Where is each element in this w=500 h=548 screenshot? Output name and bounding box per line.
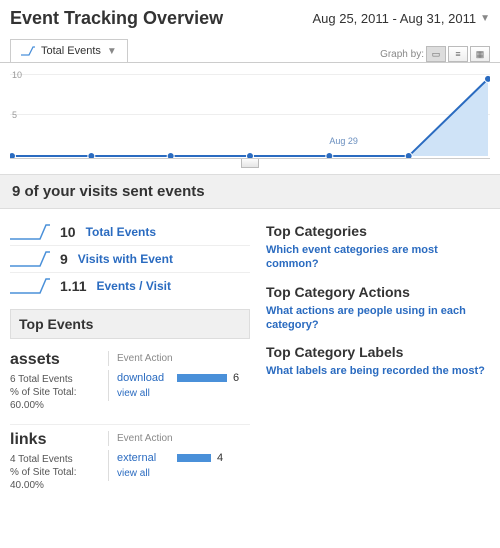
graph-by-month-button[interactable]: ▦ — [470, 46, 490, 62]
graph-by-week-button[interactable]: ≡ — [448, 46, 468, 62]
sparkline-icon — [21, 46, 35, 56]
event-total: 4 Total Events — [10, 453, 108, 466]
metric-row[interactable]: 10 Total Events — [10, 219, 250, 245]
date-range-text: Aug 25, 2011 - Aug 31, 2011 — [312, 11, 476, 26]
metric-row[interactable]: 9 Visits with Event — [10, 245, 250, 272]
metric-label: Events / Visit — [96, 279, 170, 293]
chevron-down-icon: ▼ — [480, 13, 490, 24]
event-title: assets — [10, 351, 108, 369]
event-action-value: 6 — [233, 372, 239, 384]
event-action-bar — [177, 374, 227, 382]
graph-by-day-button[interactable]: ▭ — [426, 46, 446, 62]
event-block: links 4 Total Events% of Site Total:40.00… — [10, 424, 250, 492]
chart-x-label: Aug 29 — [329, 136, 358, 146]
top-events-header: Top Events — [10, 309, 250, 339]
metric-value: 1.11 — [60, 278, 86, 294]
event-action-name: download — [117, 372, 171, 384]
event-pct-label: % of Site Total: — [10, 386, 108, 399]
view-all-link[interactable]: view all — [108, 386, 250, 401]
right-section: Top Categories Which event categories are… — [266, 223, 490, 272]
event-action-header: Event Action — [108, 351, 250, 366]
event-block: assets 6 Total Events% of Site Total:60.0… — [10, 345, 250, 412]
event-pct-value: 40.00% — [10, 479, 108, 492]
tab-total-events[interactable]: Total Events ▼ — [10, 39, 128, 62]
page-title: Event Tracking Overview — [10, 8, 223, 29]
chevron-down-icon: ▼ — [107, 46, 117, 57]
event-action-row[interactable]: download 6 — [108, 370, 250, 386]
event-action-header: Event Action — [108, 431, 250, 446]
right-section: Top Category Labels What labels are being… — [266, 344, 490, 378]
right-section-title: Top Category Labels — [266, 344, 490, 360]
right-section-title: Top Categories — [266, 223, 490, 239]
right-section: Top Category Actions What actions are peo… — [266, 284, 490, 333]
metric-label: Total Events — [86, 225, 156, 239]
summary-text: 9 of your visits sent events — [0, 174, 500, 209]
right-section-link[interactable]: What actions are people using in each ca… — [266, 304, 490, 333]
metric-label: Visits with Event — [78, 252, 173, 266]
sparkline-icon — [10, 277, 50, 295]
chart-scrubber-handle[interactable] — [241, 158, 259, 168]
event-action-value: 4 — [217, 452, 223, 464]
right-section-link[interactable]: Which event categories are most common? — [266, 243, 490, 272]
event-action-row[interactable]: external 4 — [108, 450, 250, 466]
metric-row[interactable]: 1.11 Events / Visit — [10, 272, 250, 299]
right-section-title: Top Category Actions — [266, 284, 490, 300]
event-action-name: external — [117, 452, 171, 464]
view-all-link[interactable]: view all — [108, 466, 250, 481]
tab-label: Total Events — [41, 45, 101, 57]
event-title: links — [10, 431, 108, 449]
event-total: 6 Total Events — [10, 373, 108, 386]
metric-value: 10 — [60, 224, 76, 240]
sparkline-icon — [10, 223, 50, 241]
metric-value: 9 — [60, 251, 68, 267]
event-pct-label: % of Site Total: — [10, 466, 108, 479]
event-action-bar — [177, 454, 211, 462]
right-section-link[interactable]: What labels are being recorded the most? — [266, 364, 490, 378]
event-pct-value: 60.00% — [10, 399, 108, 412]
graph-by-label: Graph by: — [380, 49, 424, 60]
date-range-picker[interactable]: Aug 25, 2011 - Aug 31, 2011 ▼ — [312, 11, 490, 26]
main-chart[interactable]: 510 Aug 29 — [10, 69, 490, 159]
sparkline-icon — [10, 250, 50, 268]
